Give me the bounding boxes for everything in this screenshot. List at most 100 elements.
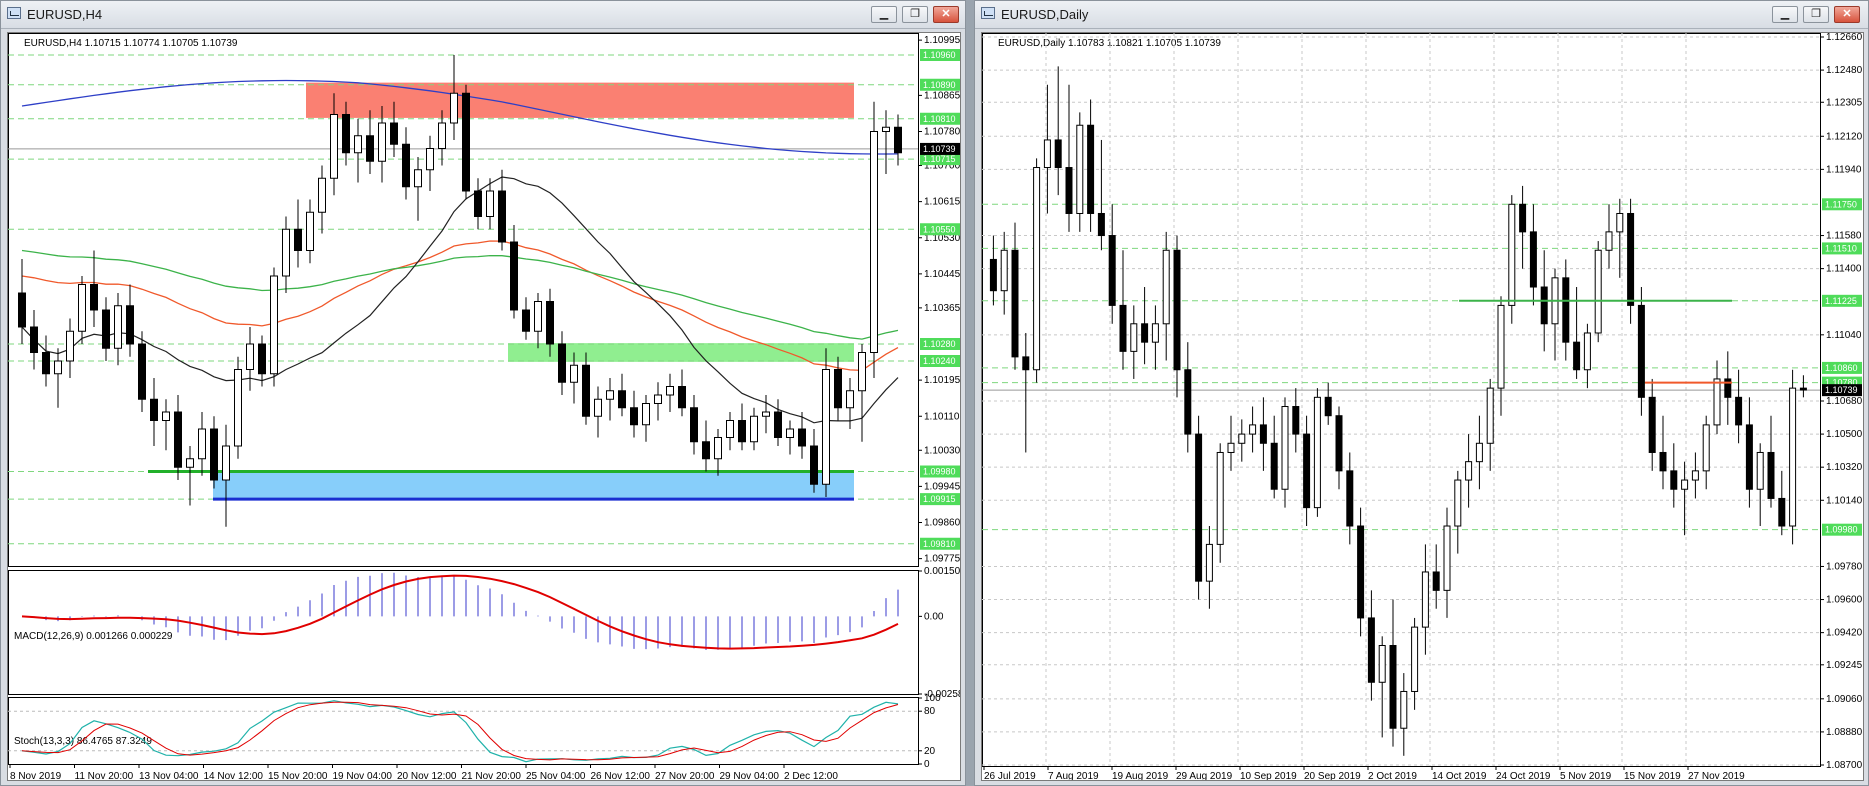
- macd-header: MACD(12,26,9) 0.001266 0.000229: [14, 631, 173, 642]
- h4-price-tick: 1.09945: [924, 481, 961, 492]
- h4-candle: [186, 458, 194, 468]
- h4-candle: [570, 364, 578, 383]
- h4-level-label: 1.09980: [923, 467, 956, 477]
- h4-price-tick: 1.10445: [924, 269, 961, 280]
- h4-level-label: 1.10280: [923, 339, 956, 349]
- daily-price-tick: 1.10320: [1826, 462, 1863, 473]
- daily-price-tick: 1.11940: [1826, 164, 1862, 175]
- daily-candle: [1065, 167, 1073, 214]
- daily-time-label: 5 Nov 2019: [1560, 771, 1612, 781]
- daily-candle: [1637, 304, 1645, 398]
- minimize-button[interactable]: ▁: [1772, 6, 1798, 23]
- h4-level-label: 1.10715: [923, 154, 956, 164]
- h4-candle: [750, 415, 758, 443]
- daily-candle: [1249, 424, 1257, 435]
- h4-candle: [246, 343, 254, 370]
- macd-axis-label: 0.00: [924, 611, 944, 622]
- daily-candle: [1486, 387, 1494, 444]
- minimize-button[interactable]: ▁: [871, 6, 897, 23]
- h4-level-label: 1.10240: [923, 356, 956, 366]
- restore-button[interactable]: ❐: [902, 6, 928, 23]
- h4-chart-window[interactable]: EURUSD,H4 ▁ ❐ ✕ EURUSD,H4 1.10715 1.1077…: [0, 0, 966, 786]
- daily-candle: [1033, 167, 1041, 371]
- h4-time-label: 19 Nov 04:00: [333, 771, 393, 781]
- daily-candle: [1681, 479, 1689, 490]
- daily-window-title: EURUSD,Daily: [1001, 7, 1089, 22]
- daily-candle: [1195, 433, 1203, 582]
- daily-time-label: 20 Sep 2019: [1304, 771, 1361, 781]
- daily-candle: [1789, 387, 1797, 527]
- h4-candle: [594, 398, 602, 417]
- daily-price-tick: 1.11400: [1826, 264, 1862, 275]
- daily-candle: [1627, 212, 1635, 306]
- macd-axis-label: 0.001509: [924, 566, 961, 577]
- daily-price-tick: 1.09245: [1826, 660, 1863, 671]
- daily-chart-area[interactable]: EURUSD,Daily 1.10783 1.10821 1.10705 1.1…: [981, 32, 1864, 781]
- h4-chart-header: EURUSD,H4 1.10715 1.10774 1.10705 1.1073…: [24, 38, 238, 49]
- h4-candle: [234, 369, 242, 447]
- stoch-axis-label: 20: [924, 746, 936, 757]
- daily-time-label: 7 Aug 2019: [1048, 771, 1099, 781]
- daily-candle: [1097, 212, 1105, 237]
- daily-titlebar[interactable]: EURUSD,Daily ▁ ❐ ✕: [975, 1, 1868, 29]
- daily-candle: [1389, 645, 1397, 729]
- daily-price-tick: 1.12660: [1826, 33, 1863, 43]
- h4-chart-area[interactable]: EURUSD,H4 1.10715 1.10774 1.10705 1.1073…: [7, 32, 961, 781]
- h4-candle: [582, 364, 590, 417]
- h4-candle: [786, 428, 794, 438]
- daily-candle: [989, 258, 997, 292]
- h4-candle: [738, 420, 746, 443]
- stoch-header: Stoch(13,3,3) 86.4765 87.3249: [14, 736, 152, 747]
- stoch-axis-label: 100: [924, 693, 941, 704]
- h4-candle: [330, 114, 338, 179]
- h4-time-label: 11 Nov 20:00: [75, 771, 134, 781]
- daily-candle: [1573, 341, 1581, 371]
- moving-average-black: [21, 176, 899, 424]
- h4-price-tick: 1.09775: [924, 554, 961, 565]
- daily-candle: [1162, 249, 1170, 325]
- daily-level-label: 1.09980: [1825, 525, 1858, 535]
- resistance-zone: [306, 82, 854, 118]
- moving-average-green: [21, 249, 899, 340]
- h4-candle: [306, 211, 314, 251]
- daily-candle: [1205, 543, 1213, 582]
- h4-candle: [642, 403, 650, 426]
- daily-candle: [1043, 139, 1051, 169]
- h4-candle: [858, 352, 866, 392]
- h4-candle: [870, 131, 878, 353]
- daily-candle: [1411, 626, 1419, 692]
- h4-candle: [474, 190, 482, 217]
- daily-candle: [1335, 415, 1343, 472]
- h4-candle: [414, 169, 422, 188]
- h4-time-label: 29 Nov 04:00: [720, 771, 780, 781]
- h4-candle: [30, 326, 38, 353]
- h4-candle: [726, 420, 734, 438]
- daily-price-tick: 1.11580: [1826, 231, 1862, 242]
- restore-button[interactable]: ❐: [1803, 6, 1829, 23]
- h4-candle: [654, 394, 662, 404]
- daily-time-label: 14 Oct 2019: [1432, 771, 1487, 781]
- h4-price-tick: 1.10365: [924, 303, 961, 314]
- daily-chart-canvas[interactable]: EURUSD,Daily 1.10783 1.10821 1.10705 1.1…: [982, 33, 1864, 781]
- h4-candle: [534, 301, 542, 332]
- h4-candle: [18, 292, 26, 328]
- h4-price-tick: 1.10865: [924, 90, 961, 101]
- close-button[interactable]: ✕: [1834, 6, 1860, 23]
- daily-level-label: 1.11510: [1825, 243, 1857, 253]
- daily-candle: [1475, 442, 1483, 463]
- h4-candle: [690, 407, 698, 443]
- h4-candle: [270, 275, 278, 375]
- stoch-axis-label: 80: [924, 706, 936, 717]
- h4-titlebar[interactable]: EURUSD,H4 ▁ ❐ ✕: [1, 1, 965, 29]
- h4-level-label: 1.10550: [923, 224, 956, 234]
- daily-level-label: 1.11750: [1825, 199, 1857, 209]
- h4-candle: [222, 445, 230, 481]
- daily-price-tick: 1.09060: [1826, 694, 1863, 705]
- daily-candle: [1465, 461, 1473, 481]
- daily-chart-window[interactable]: EURUSD,Daily ▁ ❐ ✕ EURUSD,Daily 1.10783 …: [974, 0, 1869, 786]
- daily-time-label: 27 Nov 2019: [1688, 771, 1745, 781]
- h4-candle: [462, 92, 470, 192]
- h4-chart-canvas[interactable]: EURUSD,H4 1.10715 1.10774 1.10705 1.1073…: [8, 33, 961, 781]
- h4-candle: [78, 284, 86, 332]
- close-button[interactable]: ✕: [933, 6, 959, 23]
